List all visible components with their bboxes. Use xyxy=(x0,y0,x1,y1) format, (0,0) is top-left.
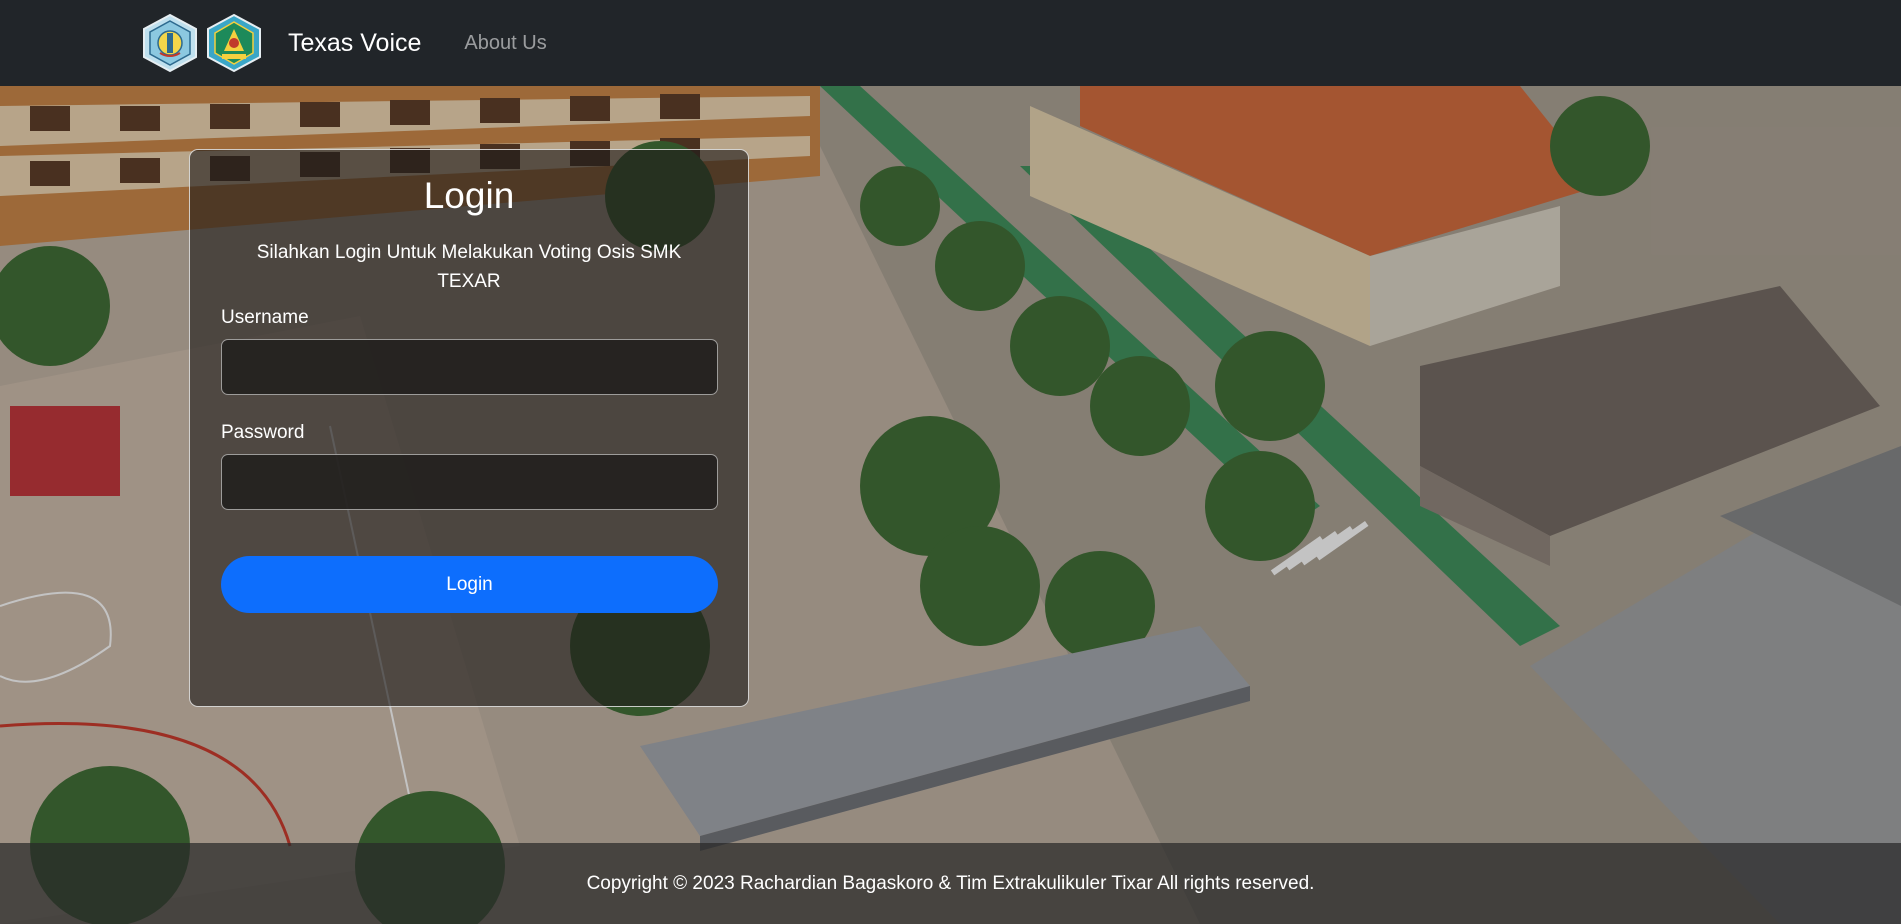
navbar-brand[interactable]: Texas Voice xyxy=(140,13,421,73)
login-button[interactable]: Login xyxy=(221,556,718,613)
footer-copyright: Copyright © 2023 Rachardian Bagaskoro & … xyxy=(586,872,1315,894)
login-card: Login Silahkan Login Untuk Melakukan Vot… xyxy=(189,149,749,707)
school-logo-icon xyxy=(143,13,197,73)
regional-emblem-icon xyxy=(207,13,261,73)
nav-link-about-us[interactable]: About Us xyxy=(464,32,546,55)
password-input[interactable] xyxy=(221,454,718,510)
username-input[interactable] xyxy=(221,339,718,395)
login-subtitle: Silahkan Login Untuk Melakukan Voting Os… xyxy=(256,242,682,292)
top-navbar: Texas Voice About Us xyxy=(0,0,1901,86)
brand-title: Texas Voice xyxy=(288,28,422,57)
page-footer: Copyright © 2023 Rachardian Bagaskoro & … xyxy=(0,843,1901,924)
login-title: Login xyxy=(423,175,515,216)
username-label: Username xyxy=(221,307,309,328)
password-label: Password xyxy=(221,422,305,443)
